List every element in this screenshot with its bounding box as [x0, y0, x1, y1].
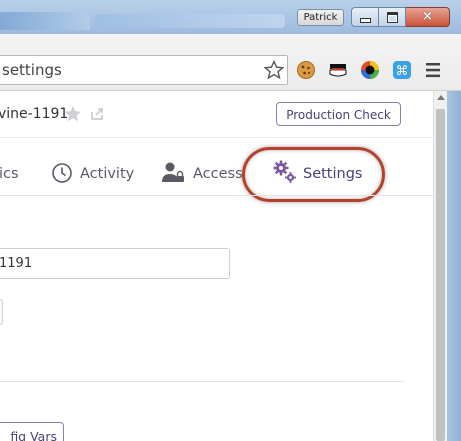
scroll-thumb[interactable]: [436, 109, 445, 441]
vertical-scrollbar[interactable]: [433, 91, 448, 441]
close-button[interactable]: ×: [406, 7, 450, 27]
profile-badge[interactable]: Patrick: [297, 9, 344, 26]
share-icon[interactable]: [89, 106, 105, 122]
background-tab-blur: [0, 12, 90, 30]
reveal-config-vars-button[interactable]: fig Vars: [0, 422, 64, 441]
minimize-icon: [359, 17, 371, 23]
tabs-divider: [0, 195, 433, 196]
clock-icon: [52, 163, 72, 183]
command-icon[interactable]: ⌘: [391, 59, 413, 81]
scroll-up-arrow-icon[interactable]: [437, 95, 445, 100]
bookmark-star-icon[interactable]: [264, 60, 284, 80]
header-divider: [0, 137, 433, 138]
cookie-icon[interactable]: [295, 59, 317, 81]
mask-icon[interactable]: [327, 59, 349, 81]
maximize-button[interactable]: [379, 7, 406, 27]
address-text: settings: [2, 61, 62, 79]
minimize-button[interactable]: [351, 7, 379, 27]
app-name-input[interactable]: 1191: [0, 248, 230, 279]
app-name: vine-1191: [0, 106, 69, 122]
tab-metrics[interactable]: ics: [0, 163, 19, 185]
svg-text:⌘: ⌘: [396, 64, 409, 79]
settings-highlight-annotation: [242, 147, 385, 202]
color-wheel-icon[interactable]: [359, 59, 381, 81]
hamburger-menu-icon[interactable]: [425, 61, 441, 79]
tab-activity[interactable]: Activity: [80, 163, 134, 185]
window-titlebar: Patrick ×: [0, 0, 461, 34]
rename-button[interactable]: [0, 299, 3, 325]
production-check-button[interactable]: Production Check: [276, 102, 401, 126]
maximize-icon: [386, 11, 398, 23]
tab-access[interactable]: Access: [193, 163, 243, 185]
favorite-star-icon[interactable]: [64, 105, 82, 123]
window-controls: ×: [351, 7, 450, 27]
page-viewport: vine-1191 Production Check ics Activity …: [0, 91, 433, 441]
close-icon: ×: [422, 9, 433, 24]
section-divider: [0, 381, 404, 382]
address-bar[interactable]: settings: [0, 55, 288, 85]
person-lock-icon: [162, 162, 184, 182]
window-frame-right: [447, 91, 461, 441]
background-tab-blur-2: [95, 14, 285, 28]
